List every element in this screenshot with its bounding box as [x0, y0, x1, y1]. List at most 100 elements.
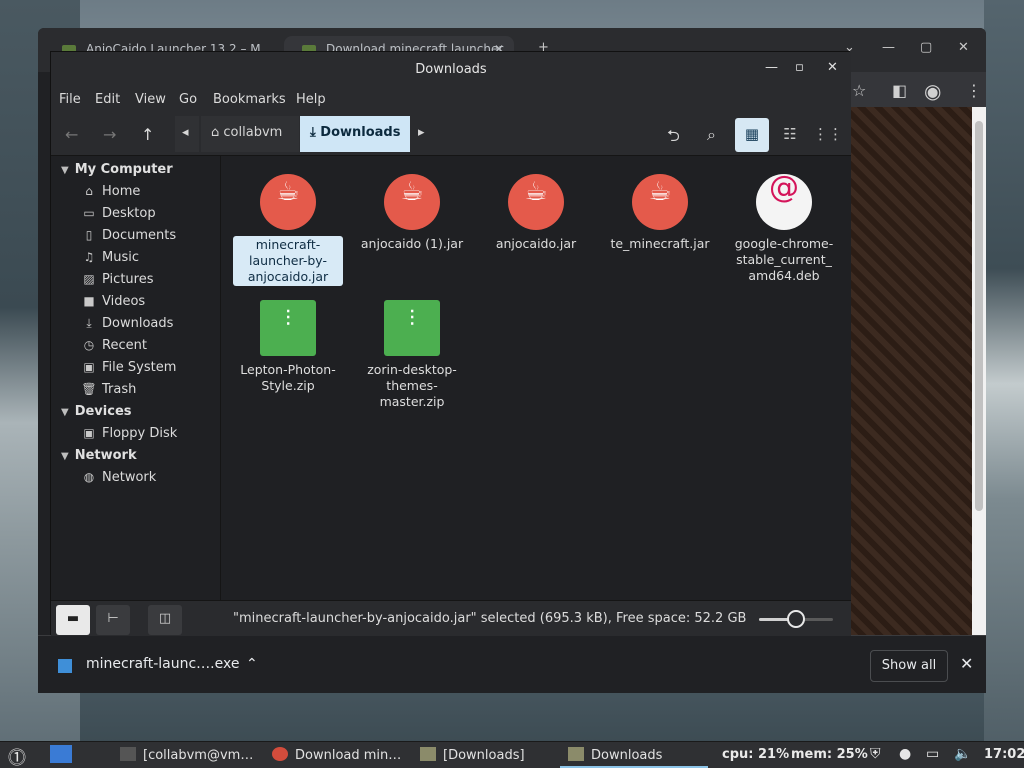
menu-go[interactable]: Go: [179, 92, 197, 107]
sidebar-section-devices[interactable]: ▼ Devices: [61, 404, 132, 419]
show-places-icon[interactable]: ▬: [56, 605, 90, 635]
sidebar-item-home[interactable]: ⌂ Home: [81, 184, 140, 199]
file-name: te_minecraft.jar: [610, 236, 710, 251]
sidebar-section-title: Network: [74, 448, 137, 463]
browser-close-icon[interactable]: ✕: [958, 40, 969, 55]
download-item[interactable]: minecraft-launc….exe: [86, 656, 239, 672]
file-item[interactable]: ☕ te_minecraft.jar: [605, 174, 715, 252]
chevron-up-icon[interactable]: ⌃: [246, 656, 258, 672]
music-icon: ♫: [83, 250, 95, 264]
file-name: Lepton-Photon- Style.zip: [240, 362, 336, 393]
show-treeview-icon[interactable]: ⊢: [96, 605, 130, 635]
sidebar-item-network[interactable]: ◍ Network: [81, 470, 157, 485]
sidebar-item-floppy-disk[interactable]: ▣ Floppy Disk: [81, 426, 177, 441]
volume-icon[interactable]: 🔈: [954, 746, 971, 762]
sidebar-item-label: Pictures: [102, 272, 154, 287]
breadcrumb-home[interactable]: ⌂ collabvm: [201, 116, 299, 152]
maximize-icon[interactable]: ▫: [795, 60, 804, 75]
mint-menu-icon[interactable]: ⓵: [8, 744, 26, 768]
file-item[interactable]: ⫶ zorin-desktop-themes-master.zip: [357, 300, 467, 410]
sidebar-item-music[interactable]: ♫ Music: [81, 250, 139, 265]
file-name: anjocaido.jar: [495, 236, 577, 251]
user-icon[interactable]: ●: [899, 746, 911, 762]
file-name: anjocaido (1).jar: [360, 236, 464, 251]
sidebar-item-file-system[interactable]: ▣ File System: [81, 360, 176, 375]
network-icon[interactable]: ▭: [926, 746, 939, 762]
clock[interactable]: 17:02: [984, 747, 1024, 762]
show-desktop-icon[interactable]: [50, 745, 72, 763]
debian-package-icon: @: [756, 173, 812, 230]
sidebar-item-trash[interactable]: 🗑 Trash: [81, 382, 136, 397]
sidebar-section-network[interactable]: ▼ Network: [61, 448, 137, 463]
side-panel-icon[interactable]: ◧: [892, 81, 907, 100]
file-manager-window: Downloads — ▫ ✕ File Edit View Go Bookma…: [50, 51, 851, 636]
download-icon: ⤓: [86, 316, 92, 330]
video-camera-icon: ■: [83, 294, 95, 308]
sidebar-item-videos[interactable]: ■ Videos: [81, 294, 145, 309]
forward-arrow-icon[interactable]: →: [103, 125, 116, 144]
breadcrumb-right-icon[interactable]: ▸: [412, 116, 434, 152]
pictures-icon: ▨: [83, 272, 95, 286]
zoom-slider[interactable]: [759, 610, 833, 628]
browser-scrollbar[interactable]: [972, 107, 986, 635]
desktop-wallpaper-right: [984, 0, 1024, 768]
taskbar-terminal[interactable]: [collabvm@vm…: [120, 747, 253, 763]
compact-view-icon[interactable]: ⋮⋮: [811, 118, 845, 152]
file-item[interactable]: @ google-chrome-stable_current_ amd64.deb: [729, 173, 839, 284]
taskbar-label: [Downloads]: [443, 748, 525, 763]
sidebar-item-label: Recent: [102, 338, 147, 353]
shield-icon[interactable]: ⛨: [870, 746, 881, 762]
taskbar-chrome[interactable]: Download min…: [272, 747, 401, 763]
minimize-icon[interactable]: —: [765, 60, 778, 75]
search-icon[interactable]: ⌕: [707, 125, 716, 145]
file-item[interactable]: ☕ anjocaido.jar: [481, 174, 591, 252]
sidebar-item-pictures[interactable]: ▨ Pictures: [81, 272, 153, 287]
sidebar-item-documents[interactable]: ▯ Documents: [81, 228, 176, 243]
sidebar-item-recent[interactable]: ◷ Recent: [81, 338, 147, 353]
show-all-button[interactable]: Show all: [870, 650, 948, 682]
hide-sidebar-icon[interactable]: ◫: [148, 605, 182, 635]
file-item[interactable]: ☕ anjocaido (1).jar: [357, 174, 467, 252]
list-view-icon[interactable]: ☷: [773, 118, 807, 152]
sidebar-item-desktop[interactable]: ▭ Desktop: [81, 206, 155, 221]
menu-file[interactable]: File: [59, 92, 81, 107]
file-item[interactable]: ⫶ Lepton-Photon- Style.zip: [233, 300, 343, 394]
breadcrumb-downloads[interactable]: ⤓ Downloads: [300, 116, 410, 152]
status-bar: ▬ ⊢ ◫ "minecraft-launcher-by-anjocaido.j…: [51, 600, 851, 636]
taskbar-files-2[interactable]: Downloads: [568, 747, 662, 763]
breadcrumb-left-icon[interactable]: ◂: [175, 116, 199, 152]
zoom-slider-knob[interactable]: [787, 610, 805, 628]
bookmark-star-icon[interactable]: ☆: [852, 81, 866, 100]
cpu-indicator: cpu: 21%: [722, 747, 790, 762]
toggle-location-icon[interactable]: ⮌: [667, 125, 680, 152]
file-item[interactable]: ☕ minecraft-launcher-by-anjocaido.jar: [233, 174, 343, 286]
close-icon[interactable]: ✕: [827, 60, 838, 75]
trash-icon: 🗑: [81, 382, 97, 396]
browser-maximize-icon[interactable]: ▢: [920, 40, 932, 55]
sidebar-section-my-computer[interactable]: ▼ My Computer: [61, 162, 173, 177]
back-arrow-icon[interactable]: ←: [65, 125, 78, 144]
menu-edit[interactable]: Edit: [95, 92, 120, 107]
menu-bookmarks[interactable]: Bookmarks: [213, 92, 286, 107]
menu-help[interactable]: Help: [296, 92, 326, 107]
profile-avatar-icon[interactable]: ◉: [924, 79, 941, 103]
icon-view-icon[interactable]: ▦: [735, 118, 769, 152]
browser-page-content: [850, 107, 986, 635]
home-icon: ⌂: [85, 184, 93, 198]
menu-view[interactable]: View: [135, 92, 166, 107]
sidebar-item-label: Floppy Disk: [102, 426, 178, 441]
folder-icon: [420, 747, 436, 761]
browser-scrollbar-thumb[interactable]: [975, 121, 983, 511]
browser-menu-icon[interactable]: ⋮: [966, 81, 982, 100]
floppy-disk-icon: ▣: [83, 426, 95, 440]
taskbar-files-1[interactable]: [Downloads]: [420, 747, 525, 763]
mem-indicator: mem: 25%: [791, 747, 868, 762]
up-arrow-icon[interactable]: ↑: [141, 125, 154, 144]
sidebar-item-downloads[interactable]: ⤓ Downloads: [81, 316, 173, 331]
close-download-shelf-icon[interactable]: ✕: [960, 654, 973, 673]
breadcrumb-home-label: collabvm: [223, 125, 283, 140]
title-bar: Downloads — ▫ ✕: [51, 52, 851, 86]
sidebar-section-title: My Computer: [74, 162, 173, 177]
sidebar-section-title: Devices: [74, 404, 132, 419]
browser-minimize-icon[interactable]: —: [882, 40, 895, 55]
